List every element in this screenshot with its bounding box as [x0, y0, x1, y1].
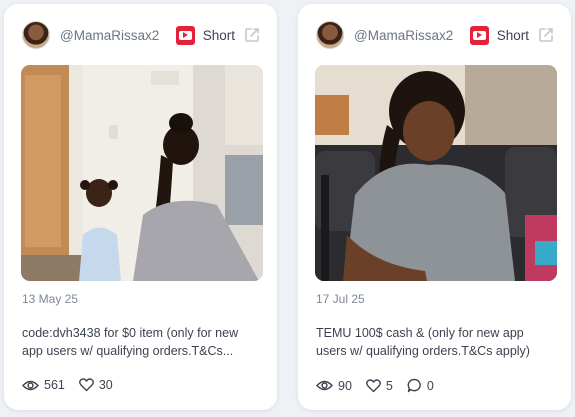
creator-handle[interactable]: @MamaRissax2: [354, 28, 470, 43]
post-date: 17 Jul 25: [316, 292, 365, 306]
youtube-icon: [175, 25, 195, 45]
video-card[interactable]: @MamaRissax2 Short 13 May 25 code:dvh343…: [4, 4, 277, 410]
external-link-icon[interactable]: [537, 26, 555, 44]
heart-icon: [365, 378, 381, 392]
post-description: TEMU 100$ cash & (only for new app users…: [316, 326, 530, 358]
comments-count: 0: [426, 378, 434, 393]
avatar[interactable]: [316, 21, 344, 49]
eye-icon: [22, 380, 39, 390]
engagement-stats: 90 5 0: [316, 378, 448, 393]
comments-stat: 0: [407, 378, 434, 393]
post-date: 13 May 25: [22, 292, 79, 306]
likes-stat: 30: [78, 378, 113, 392]
views-count: 90: [338, 378, 352, 393]
likes-count: 30: [98, 378, 113, 392]
heart-icon: [78, 378, 94, 392]
comment-icon: [407, 378, 421, 393]
post-description: code:dvh3438 for $0 item (only for new a…: [22, 326, 239, 358]
creator-handle[interactable]: @MamaRissax2: [60, 28, 176, 43]
youtube-icon: [469, 25, 489, 45]
external-link-icon[interactable]: [243, 26, 261, 44]
views-stat: 90: [316, 379, 352, 393]
engagement-stats: 561 30: [22, 378, 127, 392]
views-count: 561: [44, 378, 65, 392]
video-thumbnail[interactable]: [21, 65, 263, 281]
eye-icon: [316, 380, 333, 391]
card-header: @MamaRissax2 Short: [316, 20, 555, 50]
likes-stat: 5: [365, 378, 393, 393]
card-header: @MamaRissax2 Short: [22, 20, 261, 50]
platform-label: Short: [496, 27, 529, 43]
avatar[interactable]: [22, 21, 50, 49]
platform-label: Short: [202, 27, 235, 43]
views-stat: 561: [22, 378, 65, 392]
video-card[interactable]: @MamaRissax2 Short 17 Jul 25 TEMU 100$ c…: [298, 4, 571, 410]
likes-count: 5: [385, 378, 393, 393]
video-thumbnail[interactable]: [315, 65, 557, 281]
